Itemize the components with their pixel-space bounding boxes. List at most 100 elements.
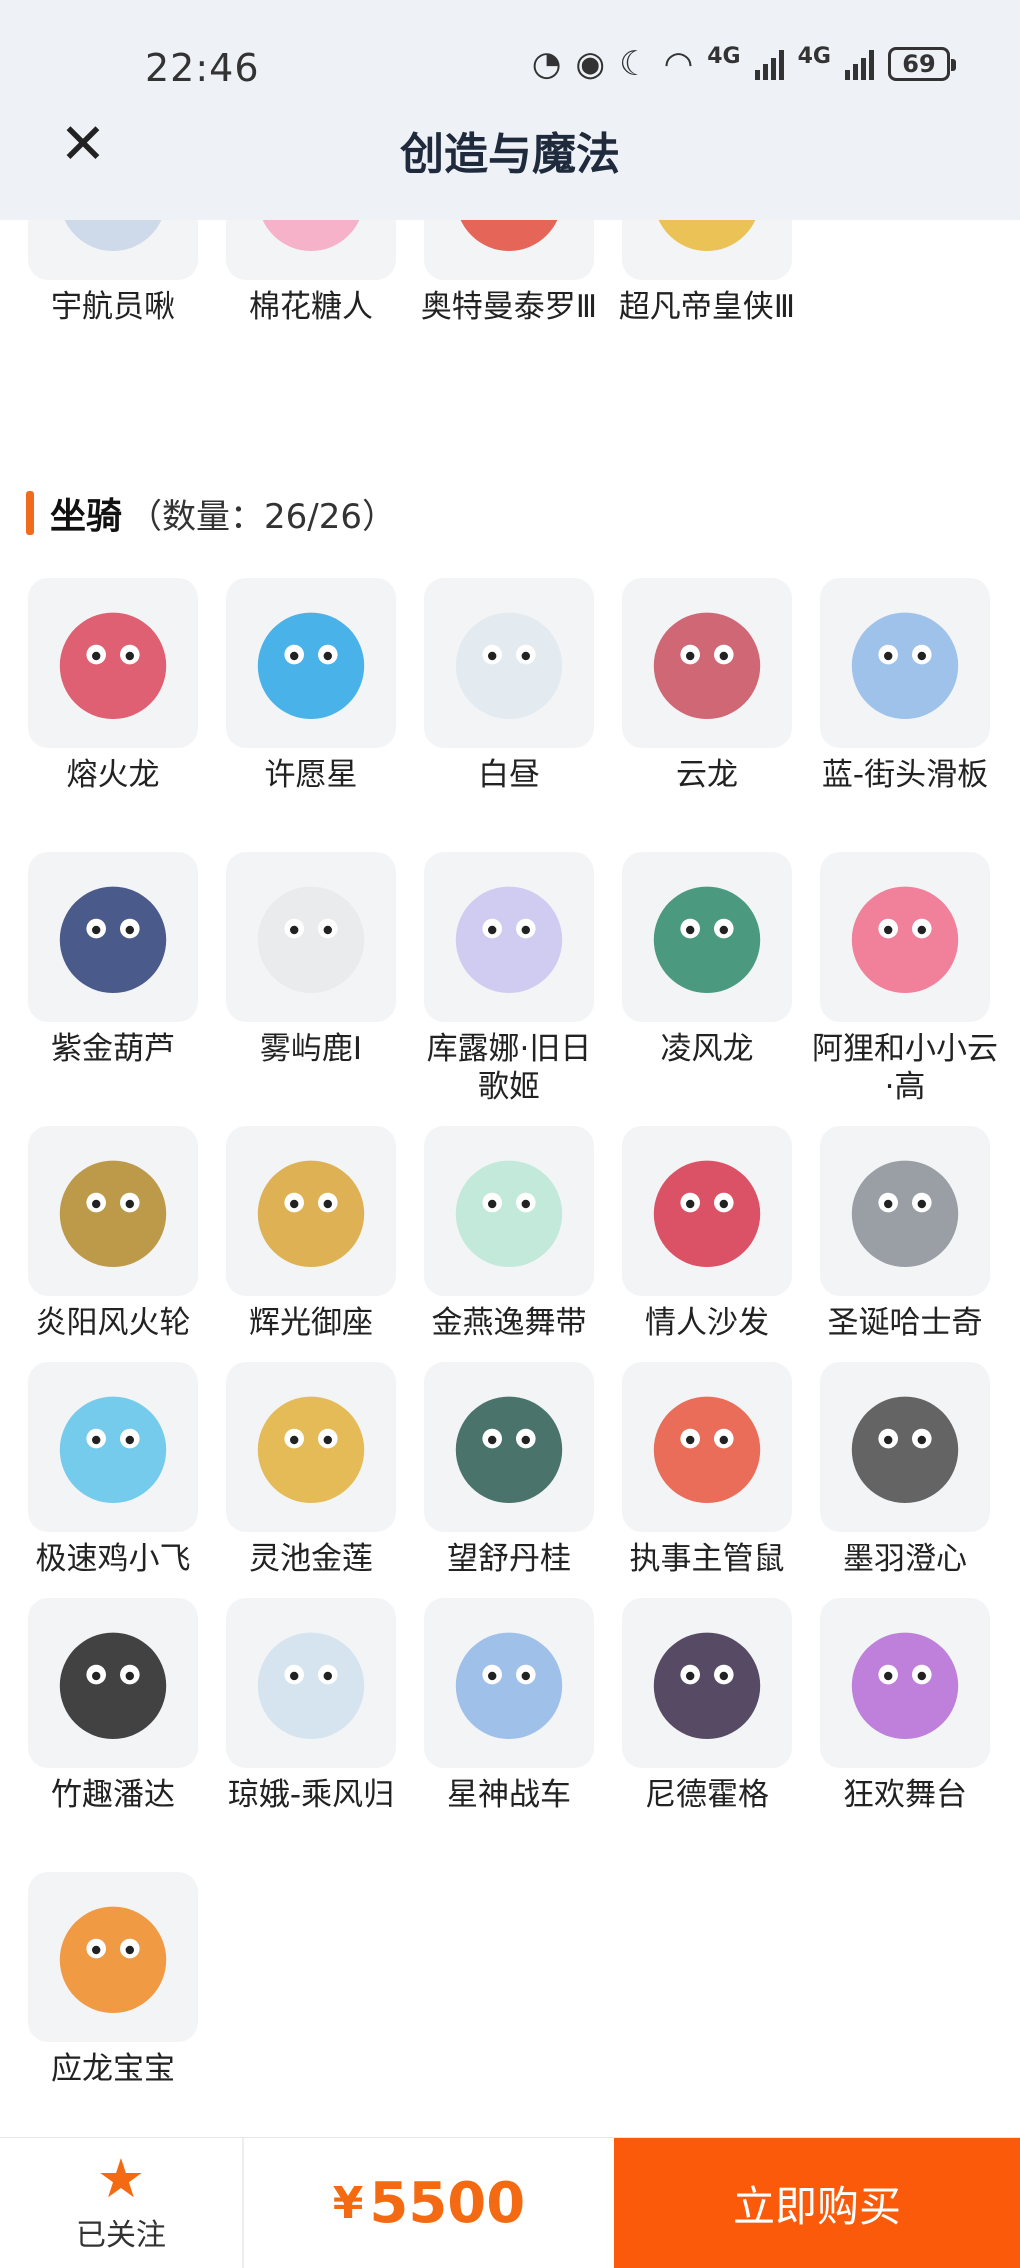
item-label: 超凡帝皇侠Ⅲ bbox=[618, 289, 796, 325]
grid-item[interactable]: 星神战车 bbox=[424, 1598, 594, 1814]
chick-icon bbox=[28, 1362, 198, 1532]
deer-icon bbox=[226, 852, 396, 1022]
feather-blade-icon bbox=[820, 1362, 990, 1532]
price-symbol: ¥ bbox=[332, 2177, 364, 2229]
grid-item[interactable]: 圣诞哈士奇 bbox=[820, 1126, 990, 1342]
follow-label: 已关注 bbox=[76, 2218, 166, 2253]
grid-item[interactable]: 执事主管鼠 bbox=[622, 1362, 792, 1578]
fairy-icon bbox=[226, 1598, 396, 1768]
wish-star-icon bbox=[226, 578, 396, 748]
item-label: 凌风龙 bbox=[660, 1031, 754, 1067]
grid-item[interactable]: 雾屿鹿Ⅰ bbox=[226, 852, 396, 1068]
speed-icon: ◔ bbox=[531, 44, 562, 84]
grid-item[interactable]: 墨羽澄心 bbox=[820, 1362, 990, 1578]
item-label: 阿狸和小小云·高 bbox=[812, 1031, 998, 1105]
item-label: 许愿星 bbox=[264, 757, 358, 793]
astronaut-icon bbox=[28, 220, 198, 280]
husky-icon bbox=[820, 1126, 990, 1296]
butler-mouse-icon bbox=[622, 1362, 792, 1532]
throne-icon bbox=[226, 1126, 396, 1296]
item-label: 白昼 bbox=[478, 757, 540, 793]
fire-wheel-icon bbox=[28, 1126, 198, 1296]
grid-item[interactable]: 棉花糖人 bbox=[226, 220, 396, 326]
star-icon: ★ bbox=[96, 2147, 146, 2210]
grid-item[interactable]: 库露娜·旧日歌姬 bbox=[424, 852, 594, 1106]
grid-item[interactable]: 白昼 bbox=[424, 578, 594, 794]
grid-item[interactable]: 灵池金莲 bbox=[226, 1362, 396, 1578]
grid-item[interactable]: 云龙 bbox=[622, 578, 792, 794]
content-area[interactable]: 宇航员啾 棉花糖人 奥特曼泰罗Ⅲ 超凡帝皇侠Ⅲ 坐骑 （数量：26/26） 熔火龙 许愿… bbox=[0, 220, 1020, 2137]
gourd-icon bbox=[28, 852, 198, 1022]
item-label: 紫金葫芦 bbox=[51, 1031, 175, 1067]
armor-hero-icon bbox=[622, 220, 792, 280]
grid-item[interactable]: 凌风龙 bbox=[622, 852, 792, 1068]
buy-now-button[interactable]: 立即购买 bbox=[614, 2138, 1020, 2268]
grid-item[interactable]: 熔火龙 bbox=[28, 578, 198, 794]
grid-item[interactable]: 狂欢舞台 bbox=[820, 1598, 990, 1814]
grid-item[interactable]: 许愿星 bbox=[226, 578, 396, 794]
item-label: 执事主管鼠 bbox=[629, 1541, 785, 1577]
item-label: 蓝-街头滑板 bbox=[821, 757, 989, 793]
cloud-dragon-icon bbox=[622, 578, 792, 748]
grid-item[interactable]: 超凡帝皇侠Ⅲ bbox=[619, 220, 795, 326]
item-label: 尼德霍格 bbox=[645, 1777, 769, 1813]
section-accent-bar bbox=[26, 491, 34, 535]
item-label: 雾屿鹿Ⅰ bbox=[259, 1031, 363, 1067]
item-label: 情人沙发 bbox=[645, 1305, 769, 1341]
grid-item[interactable]: 竹趣潘达 bbox=[28, 1598, 198, 1814]
grid-item[interactable]: 阿狸和小小云·高 bbox=[812, 852, 998, 1106]
item-label: 星神战车 bbox=[447, 1777, 571, 1813]
grid-item[interactable]: 宇航员啾 bbox=[28, 220, 198, 326]
grid-item[interactable]: 炎阳风火轮 bbox=[28, 1126, 198, 1342]
battery-icon: 69 bbox=[888, 47, 956, 81]
swing-icon bbox=[424, 1362, 594, 1532]
white-cat-icon bbox=[424, 578, 594, 748]
lotus-icon bbox=[226, 1362, 396, 1532]
fox-cloud-icon bbox=[820, 852, 990, 1022]
grid-item[interactable]: 极速鸡小飞 bbox=[28, 1362, 198, 1578]
section-title: 坐骑 bbox=[50, 496, 123, 537]
item-label: 圣诞哈士奇 bbox=[827, 1305, 983, 1341]
network-label-1: 4G bbox=[707, 43, 741, 69]
item-label: 灵池金莲 bbox=[249, 1541, 373, 1577]
price: ¥ 5500 bbox=[244, 2138, 614, 2268]
baby-dragon-icon bbox=[28, 1872, 198, 2042]
grid-item[interactable]: 紫金葫芦 bbox=[28, 852, 198, 1068]
follow-button[interactable]: ★ 已关注 bbox=[0, 2138, 244, 2268]
price-value: 5500 bbox=[369, 2170, 526, 2236]
grid-item[interactable]: 蓝-街头滑板 bbox=[820, 578, 990, 794]
grid-item[interactable]: 辉光御座 bbox=[226, 1126, 396, 1342]
grid-item[interactable]: 望舒丹桂 bbox=[424, 1362, 594, 1578]
item-label: 墨羽澄心 bbox=[843, 1541, 967, 1577]
diva-icon bbox=[424, 852, 594, 1022]
grid-item[interactable]: 情人沙发 bbox=[622, 1126, 792, 1342]
eye-icon: ◉ bbox=[575, 44, 606, 84]
item-label: 云龙 bbox=[676, 757, 738, 793]
item-label: 炎阳风火轮 bbox=[35, 1305, 191, 1341]
grid-item[interactable]: 金燕逸舞带 bbox=[424, 1126, 594, 1342]
status-time: 22:46 bbox=[145, 46, 260, 90]
stage-icon bbox=[820, 1598, 990, 1768]
item-label: 金燕逸舞带 bbox=[431, 1305, 587, 1341]
item-label: 狂欢舞台 bbox=[843, 1777, 967, 1813]
sofa-icon bbox=[622, 1126, 792, 1296]
grid-item[interactable]: 尼德霍格 bbox=[622, 1598, 792, 1814]
signal-icon bbox=[754, 48, 784, 80]
item-label: 望舒丹桂 bbox=[447, 1541, 571, 1577]
marshmallow-icon bbox=[226, 220, 396, 280]
moon-icon: ☾ bbox=[619, 44, 650, 84]
item-label: 琼娥-乘风归 bbox=[227, 1777, 395, 1813]
section-header-mounts: 坐骑 （数量：26/26） bbox=[26, 488, 396, 538]
item-label: 极速鸡小飞 bbox=[35, 1541, 191, 1577]
wifi-icon: ◠ bbox=[663, 44, 694, 84]
item-label: 应龙宝宝 bbox=[51, 2051, 175, 2087]
signal-icon bbox=[845, 48, 874, 80]
ultraman-icon bbox=[424, 220, 594, 280]
network-label-2: 4G bbox=[797, 43, 831, 69]
grid-item[interactable]: 奥特曼泰罗Ⅲ bbox=[421, 220, 597, 326]
grid-item[interactable]: 琼娥-乘风归 bbox=[226, 1598, 396, 1814]
section-count: （数量：26/26） bbox=[128, 496, 396, 537]
grid-item[interactable]: 应龙宝宝 bbox=[28, 1872, 198, 2088]
ribbon-icon bbox=[424, 1126, 594, 1296]
status-icons: ◔ ◉ ☾ ◠ 4G 4G 69 bbox=[531, 43, 956, 84]
